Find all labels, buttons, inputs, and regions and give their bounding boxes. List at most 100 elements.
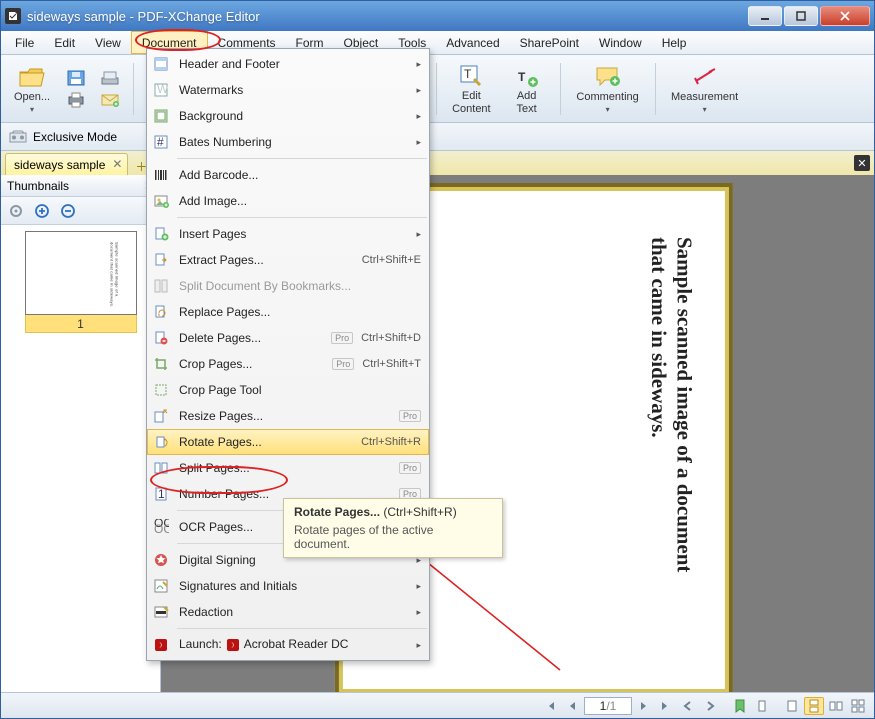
menu-item-label: Crop Page Tool [179, 383, 421, 397]
menu-item-label: Add Image... [179, 194, 421, 208]
view-continuous-button[interactable] [804, 697, 824, 715]
bookmark-button[interactable] [730, 697, 750, 715]
nav-back-button[interactable] [678, 697, 698, 715]
add-text-button[interactable]: T Add Text [502, 59, 552, 119]
save-button[interactable] [65, 69, 87, 87]
status-bar: 1 /1 [1, 692, 874, 718]
toolbar-separator [133, 63, 134, 115]
document-tab[interactable]: sideways sample ✕ [5, 153, 128, 175]
menu-item-header-and-footer[interactable]: Header and Footer▸ [147, 51, 429, 77]
menu-item-add-image[interactable]: Add Image... [147, 188, 429, 214]
menu-item-insert-pages[interactable]: Insert Pages ▸ [147, 221, 429, 247]
view-single-button[interactable] [782, 697, 802, 715]
measurement-button[interactable]: Measurement ▾ [664, 59, 746, 119]
submenu-arrow-icon: ▸ [416, 607, 421, 618]
tooltip-shortcut: (Ctrl+Shift+R) [383, 505, 456, 519]
layout-single-button[interactable] [752, 697, 772, 715]
menu-item-watermarks[interactable]: WWatermarks▸ [147, 77, 429, 103]
menu-item-label: Split Document By Bookmarks... [179, 279, 421, 293]
next-page-button[interactable] [634, 697, 654, 715]
last-page-button[interactable] [656, 697, 676, 715]
close-tab-icon[interactable]: ✕ [111, 158, 123, 170]
toolbar-separator [560, 63, 561, 115]
mail-button[interactable] [99, 91, 121, 109]
menu-item-bates-numbering[interactable]: #Bates Numbering▸ [147, 129, 429, 155]
exclusive-mode-bar: Exclusive Mode [1, 123, 874, 151]
menu-item-replace-pages[interactable]: Replace Pages... [147, 299, 429, 325]
document-tab-bar: sideways sample ✕ ＋ ✕ [1, 151, 874, 175]
exclusive-mode-label[interactable]: Exclusive Mode [33, 130, 117, 144]
menu-item-label: Bates Numbering [179, 135, 408, 149]
open-button[interactable]: Open... ▾ [7, 59, 57, 119]
menu-item-label: Watermarks [179, 83, 408, 97]
edit-content-label: Edit Content [452, 90, 491, 114]
menu-item-extract-pages[interactable]: Extract Pages...Ctrl+Shift+E [147, 247, 429, 273]
menu-item-label: Split Pages... [179, 461, 391, 475]
zoom-in-button[interactable] [31, 200, 53, 222]
page-indicator[interactable]: 1 /1 [584, 697, 632, 715]
menu-item-rotate-pages[interactable]: Rotate Pages...Ctrl+Shift+R [147, 429, 429, 455]
print-button[interactable] [65, 91, 87, 109]
menu-advanced[interactable]: Advanced [436, 31, 509, 54]
page-text: Sample scanned image of a document that … [646, 237, 696, 572]
zoom-out-button[interactable] [57, 200, 79, 222]
menu-help[interactable]: Help [652, 31, 697, 54]
menu-item-crop-page-tool[interactable]: Crop Page Tool [147, 377, 429, 403]
view-facing-continuous-button[interactable] [848, 697, 868, 715]
number-icon: 1 [151, 484, 171, 504]
replace-icon [151, 302, 171, 322]
bates-icon: # [151, 132, 171, 152]
total-pages: 1 [610, 699, 617, 713]
split-icon [151, 458, 171, 478]
folder-open-icon [18, 63, 46, 91]
maximize-button[interactable] [784, 6, 818, 26]
thumbnails-toolbar [1, 197, 160, 225]
header-footer-icon [151, 54, 171, 74]
view-facing-button[interactable] [826, 697, 846, 715]
close-button[interactable] [820, 6, 870, 26]
submenu-arrow-icon: ▸ [416, 111, 421, 122]
menu-edit[interactable]: Edit [44, 31, 85, 54]
prev-page-button[interactable] [562, 697, 582, 715]
menu-window[interactable]: Window [589, 31, 652, 54]
document-tab-label: sideways sample [14, 158, 105, 172]
menu-file[interactable]: File [5, 31, 44, 54]
initials-icon [151, 576, 171, 596]
menu-item-crop-pages[interactable]: Crop Pages...ProCtrl+Shift+T [147, 351, 429, 377]
menu-item-split-pages[interactable]: Split Pages...Pro [147, 455, 429, 481]
first-page-button[interactable] [540, 697, 560, 715]
tooltip: Rotate Pages... (Ctrl+Shift+R) Rotate pa… [283, 498, 503, 558]
submenu-arrow-icon: ▸ [416, 229, 421, 240]
commenting-button[interactable]: Commenting ▾ [569, 59, 647, 119]
shortcut-label: Ctrl+Shift+R [361, 436, 421, 448]
close-all-tabs-button[interactable]: ✕ [854, 155, 870, 171]
launch-icon [151, 635, 171, 655]
comment-icon [594, 63, 622, 91]
work-area: Thumbnails ✕ Sample scanned image of a d… [1, 175, 874, 692]
menu-item-delete-pages[interactable]: Delete Pages...ProCtrl+Shift+D [147, 325, 429, 351]
titlebar: sideways sample - PDF-XChange Editor [1, 1, 874, 31]
menu-item-signatures-and-initials[interactable]: Signatures and Initials▸ [147, 573, 429, 599]
edit-content-icon: T [457, 62, 485, 90]
svg-text:OCR: OCR [154, 522, 169, 535]
minimize-button[interactable] [748, 6, 782, 26]
menu-item-resize-pages[interactable]: Resize Pages...Pro [147, 403, 429, 429]
menu-sharepoint[interactable]: SharePoint [510, 31, 589, 54]
menu-item-background[interactable]: Background▸ [147, 103, 429, 129]
menu-view[interactable]: View [85, 31, 131, 54]
menu-item-add-barcode[interactable]: Add Barcode... [147, 162, 429, 188]
add-text-label: Add Text [517, 90, 537, 114]
menu-item-redaction[interactable]: Redaction▸ [147, 599, 429, 625]
options-button[interactable] [5, 200, 27, 222]
edit-content-button[interactable]: T Edit Content [445, 59, 498, 119]
thumbnail-page: Sample scanned image of a document that … [25, 231, 137, 315]
scanner-button[interactable] [99, 69, 121, 87]
thumbnail-preview-text: Sample scanned image of a document that … [110, 242, 120, 314]
menu-item-acrobat-reader-dc[interactable]: Launch: Acrobat Reader DC▸ [147, 632, 429, 658]
nav-forward-button[interactable] [700, 697, 720, 715]
extract-icon [151, 250, 171, 270]
exclusive-icon [9, 130, 27, 144]
menu-item-label: Crop Pages... [179, 357, 324, 371]
thumbnail[interactable]: Sample scanned image of a document that … [25, 231, 137, 333]
menu-item-label: Insert Pages [179, 227, 408, 241]
